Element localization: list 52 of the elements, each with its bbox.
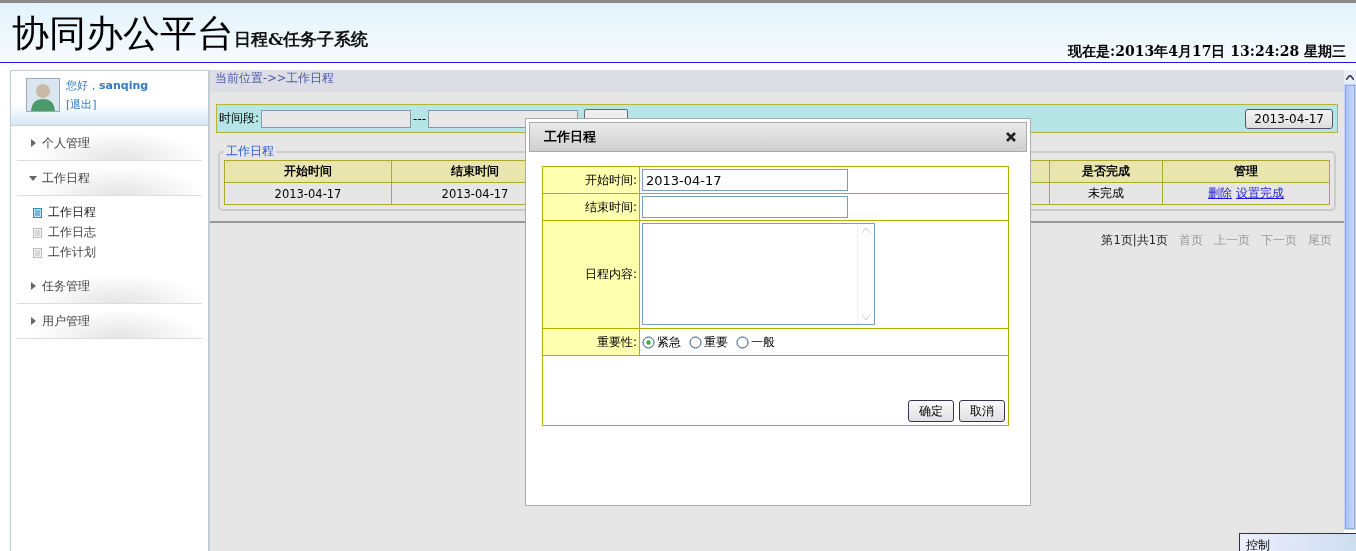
menu-item[interactable]: 工作日程 [33, 204, 202, 221]
scrollbar-thumb[interactable] [1345, 85, 1355, 529]
breadcrumb: 当前位置->>工作日程 [215, 71, 335, 85]
caret-right-icon [29, 139, 37, 147]
column-header: 开始时间 [224, 160, 392, 183]
action-link[interactable]: 删除 [1208, 186, 1233, 200]
arrow-up-icon[interactable] [1346, 74, 1354, 80]
app-title: 协同办公平台 [12, 14, 234, 54]
radio-button[interactable] [736, 335, 749, 349]
document-icon [33, 227, 42, 238]
menu-item[interactable]: 工作计划 [33, 244, 202, 261]
popup-text: 控制 [1246, 538, 1270, 551]
range-separator: --- [413, 111, 427, 126]
form-label: 开始时间: [542, 166, 640, 194]
document-icon [33, 207, 42, 218]
page-info: 第1页|共1页 [1101, 233, 1168, 248]
greeting-text: 您好，sanqing [66, 78, 149, 93]
filter-label: 时间段: [219, 110, 260, 127]
date-button[interactable]: 2013-04-17 [1245, 108, 1333, 129]
logout-link[interactable]: [退出] [66, 97, 149, 112]
radio-label: 一般 [751, 333, 775, 351]
current-datetime: 现在是:2013年4月17日 13:24:28 星期三 [1068, 43, 1346, 61]
caret-right-icon [29, 317, 37, 325]
scrollbar[interactable] [1344, 70, 1356, 530]
caret-right-icon [29, 282, 37, 290]
text-area[interactable] [642, 223, 875, 325]
avatar-icon [26, 78, 60, 112]
radio-label: 紧急 [657, 333, 681, 351]
form-label: 重要性: [542, 328, 640, 356]
arrow-up-icon [862, 228, 870, 233]
form-label: 结束时间: [542, 193, 640, 221]
arrow-down-icon [862, 315, 870, 320]
dialog-title: 工作日程 [544, 128, 596, 146]
start-date-field[interactable] [261, 109, 412, 128]
app-subtitle: 日程&任务子系统 [234, 28, 369, 51]
close-icon[interactable] [1006, 132, 1016, 142]
action-link[interactable]: 设置完成 [1235, 186, 1284, 200]
radio-button[interactable] [689, 335, 702, 349]
table-cell: 2013-04-17 [224, 182, 392, 205]
text-field[interactable] [642, 196, 848, 218]
menu-item[interactable]: 工作日志 [33, 224, 202, 241]
text-field[interactable]: 2013-04-17 [642, 169, 848, 191]
column-header: 是否完成 [1049, 160, 1163, 183]
caret-down-icon [29, 174, 37, 182]
radio-button[interactable] [642, 335, 655, 349]
panel-legend: 工作日程 [224, 143, 276, 160]
dialog-button[interactable]: 取消 [959, 400, 1005, 422]
document-icon [33, 247, 42, 258]
form-label: 日程内容: [542, 220, 640, 329]
radio-label: 重要 [704, 333, 728, 351]
column-header: 管理 [1162, 160, 1330, 183]
dialog-button[interactable]: 确定 [908, 400, 954, 422]
